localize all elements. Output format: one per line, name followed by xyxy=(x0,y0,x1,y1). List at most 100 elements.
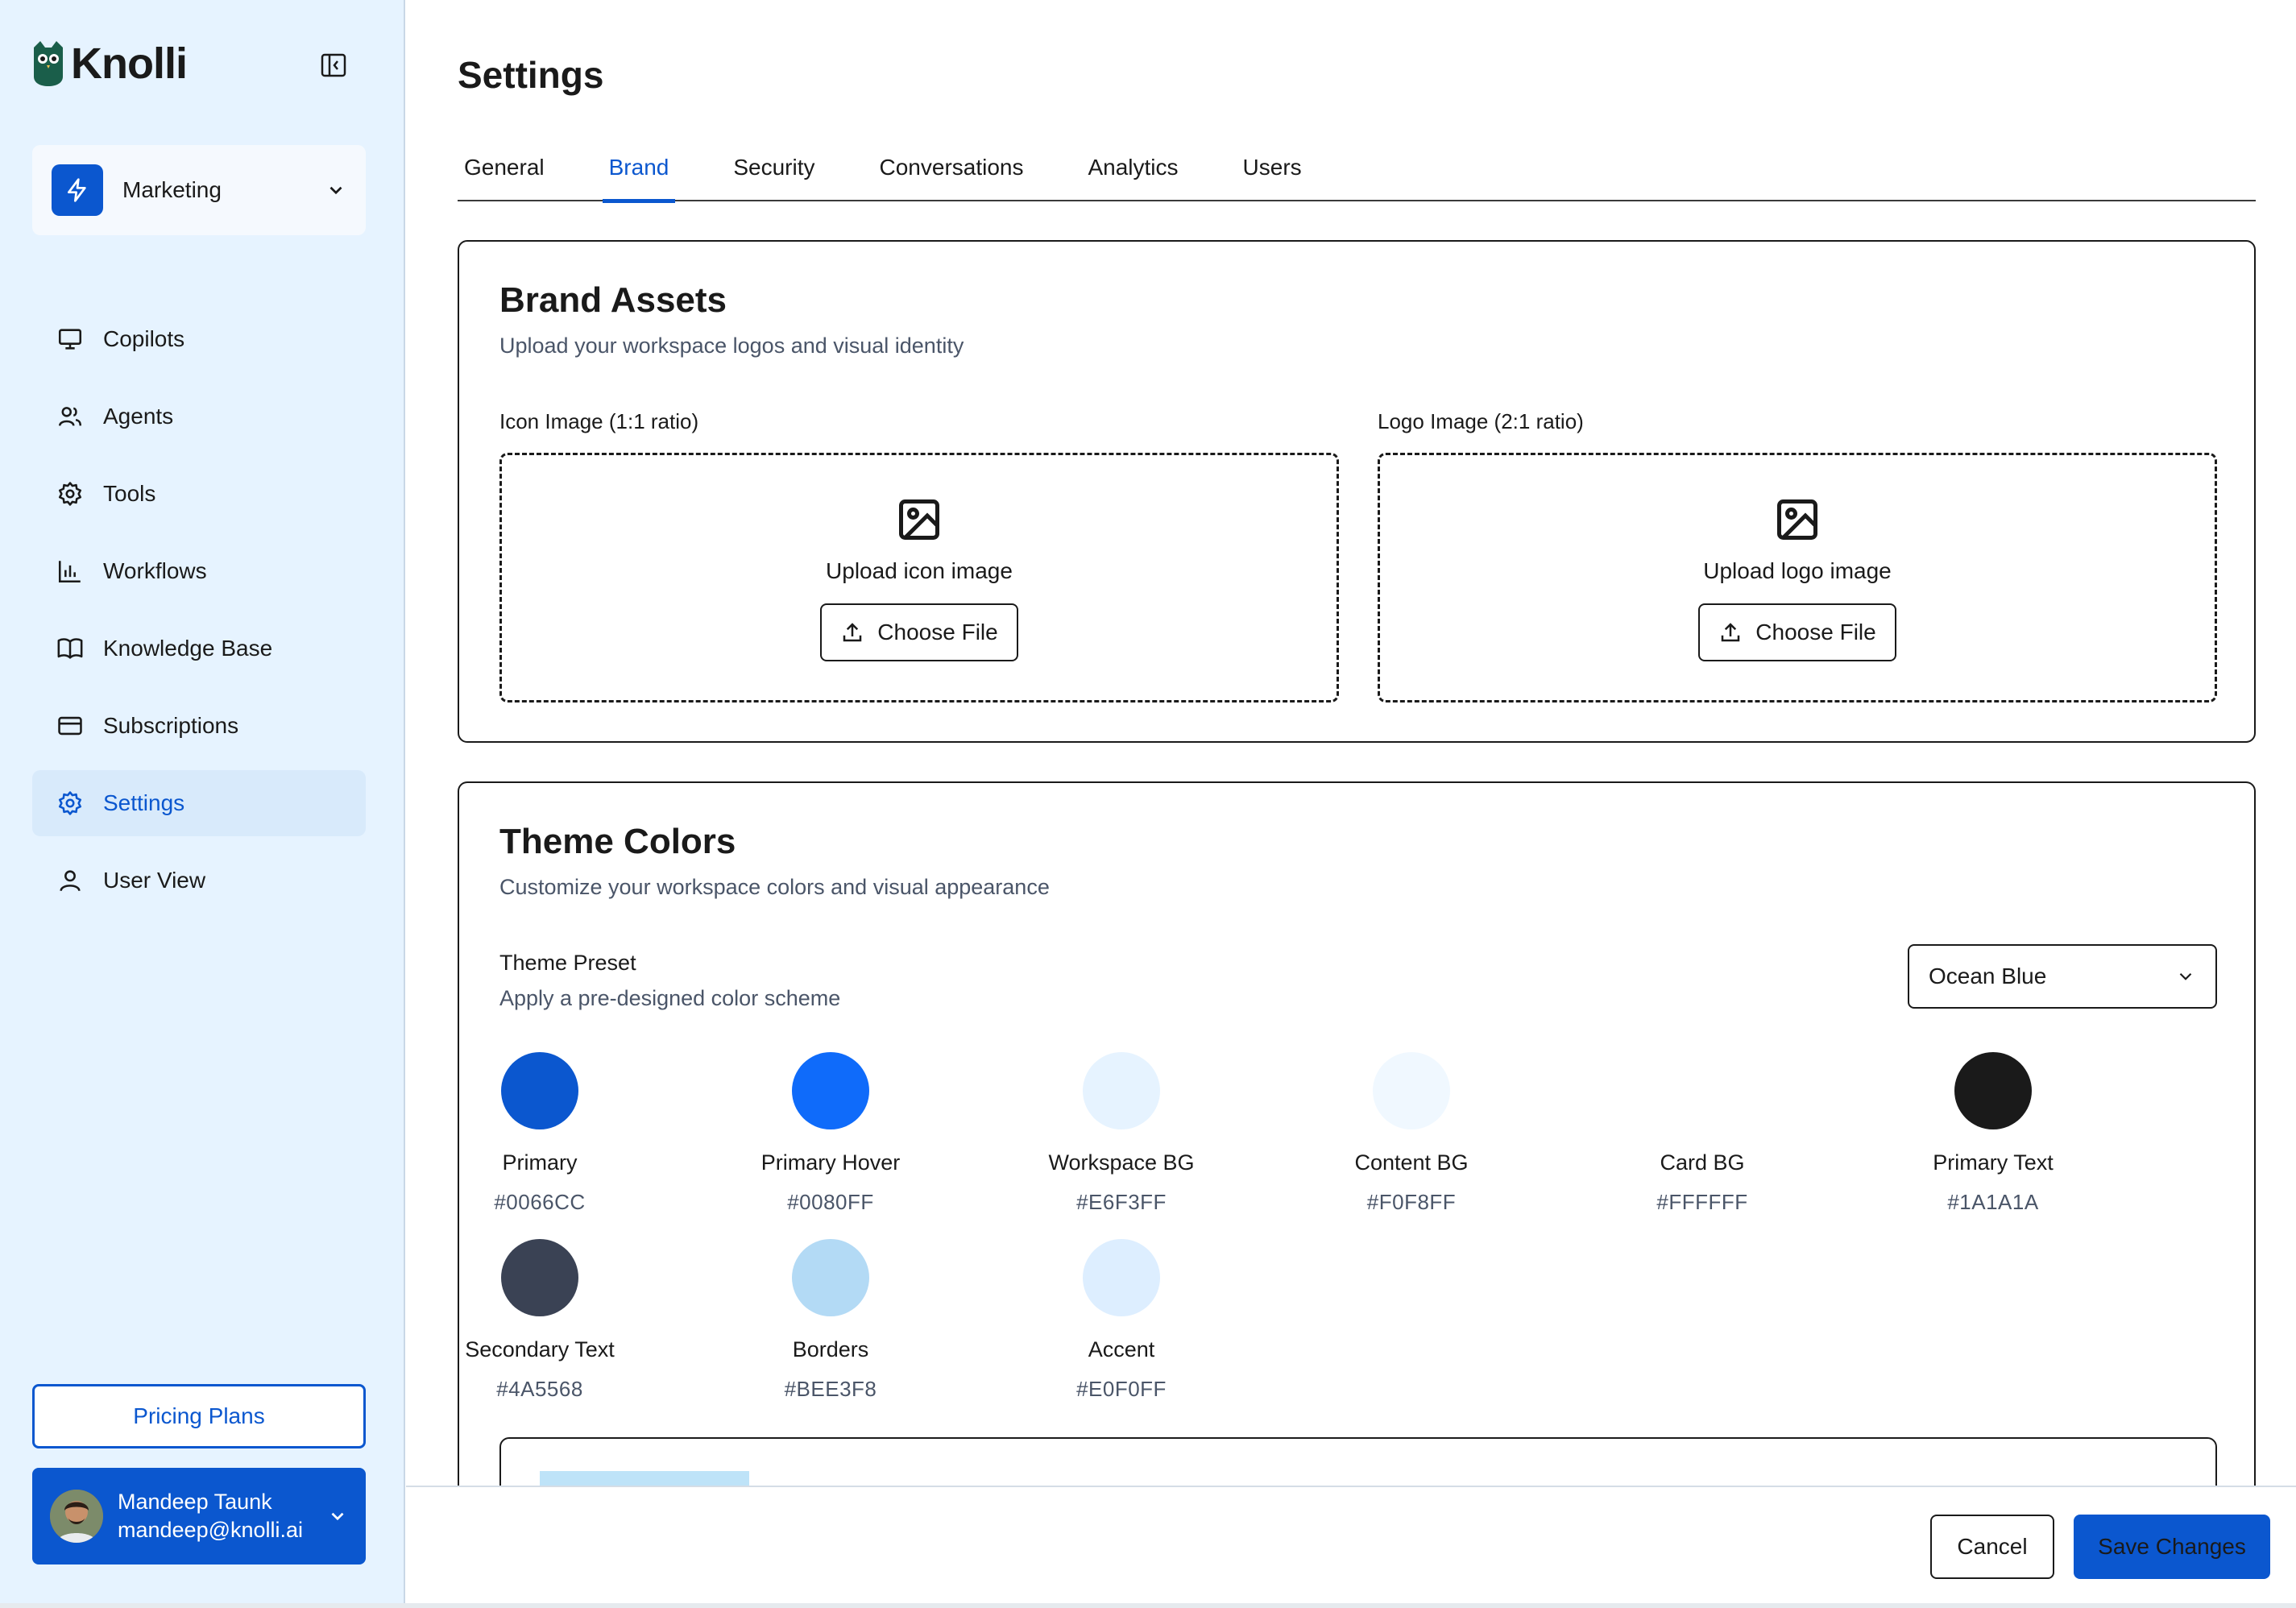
choose-file-button[interactable]: Choose File xyxy=(1698,603,1896,661)
swatch-hex: #1A1A1A xyxy=(1947,1190,2039,1214)
swatch-hex: #0080FF xyxy=(787,1190,874,1214)
users-icon xyxy=(58,407,82,426)
icon-upload-dropzone[interactable]: Upload icon image Choose File xyxy=(499,453,1339,702)
section-subtitle: Customize your workspace colors and visu… xyxy=(499,875,1050,899)
chevron-down-icon xyxy=(331,1512,344,1521)
swatch-circle[interactable] xyxy=(1954,1052,2032,1129)
section-title: Brand Assets xyxy=(499,280,727,320)
lightning-icon xyxy=(68,178,86,202)
color-swatch-card-bg[interactable]: Card BG #FFFFFF xyxy=(1581,1052,1823,1215)
sidebar-item-settings[interactable]: Settings xyxy=(32,770,366,836)
swatch-name: Primary xyxy=(502,1150,578,1175)
page-title: Settings xyxy=(458,54,604,96)
user-icon xyxy=(60,870,81,892)
section-title: Theme Colors xyxy=(499,822,736,861)
sidebar-item-label: Knowledge Base xyxy=(103,636,273,661)
sidebar-item-label: Copilots xyxy=(103,326,185,351)
workspace-switcher[interactable]: Marketing xyxy=(32,145,366,235)
color-swatch-primary-text[interactable]: Primary Text #1A1A1A xyxy=(1872,1052,2114,1215)
color-swatch-borders[interactable]: Borders #BEE3F8 xyxy=(710,1239,951,1402)
user-menu[interactable]: Mandeep Taunk mandeep@knolli.ai xyxy=(32,1468,366,1564)
workspace-name: Marketing xyxy=(122,177,222,202)
sidebar-item-label: Subscriptions xyxy=(103,713,239,738)
sidebar-item-subscriptions[interactable]: Subscriptions xyxy=(32,693,366,759)
upload-prompt: Upload icon image xyxy=(826,558,1013,583)
app-logo[interactable]: Knolli xyxy=(31,39,188,89)
sidebar-item-workflows[interactable]: Workflows xyxy=(32,538,366,604)
cancel-button[interactable]: Cancel xyxy=(1930,1515,2054,1579)
sidebar-item-label: Workflows xyxy=(103,558,207,583)
window-bottom-edge xyxy=(0,1603,2296,1608)
swatch-hex: #F0F8FF xyxy=(1366,1190,1457,1214)
gear-icon xyxy=(58,791,82,815)
book-icon xyxy=(57,638,83,659)
swatch-hex: #FFFFFF xyxy=(1656,1190,1748,1214)
logo-upload-dropzone[interactable]: Upload logo image Choose File xyxy=(1378,453,2217,702)
sidebar: Knolli Marketing Copilots Agents Tools W… xyxy=(0,0,405,1603)
choose-file-label: Choose File xyxy=(877,620,998,644)
user-email: mandeep@knolli.ai xyxy=(118,1518,304,1542)
swatch-hex: #4A5568 xyxy=(496,1377,583,1401)
avatar xyxy=(50,1490,103,1543)
color-swatch-primary[interactable]: Primary #0066CC xyxy=(419,1052,661,1215)
swatch-circle[interactable] xyxy=(1083,1239,1160,1316)
theme-preset-description: Apply a pre-designed color scheme xyxy=(499,986,841,1010)
section-subtitle: Upload your workspace logos and visual i… xyxy=(499,334,964,358)
icon-image-label: Icon Image (1:1 ratio) xyxy=(499,409,699,433)
upload-icon xyxy=(1722,623,1740,642)
theme-preset-label: Theme Preset xyxy=(499,951,636,975)
sidebar-item-label: Agents xyxy=(103,404,174,429)
upload-icon xyxy=(843,623,862,642)
color-swatch-workspace-bg[interactable]: Workspace BG #E6F3FF xyxy=(1001,1052,1242,1215)
tab-users[interactable]: Users xyxy=(1237,145,1308,201)
swatch-name: Accent xyxy=(1088,1337,1155,1361)
swatch-circle[interactable] xyxy=(792,1239,869,1316)
sidebar-item-label: Tools xyxy=(103,481,156,506)
brand-assets-card: Brand Assets Upload your workspace logos… xyxy=(458,240,2256,743)
tab-security[interactable]: Security xyxy=(727,145,821,201)
swatch-hex: #0066CC xyxy=(494,1190,586,1214)
tab-brand[interactable]: Brand xyxy=(602,145,676,203)
upload-prompt: Upload logo image xyxy=(1703,558,1892,583)
swatch-circle[interactable] xyxy=(1373,1052,1450,1129)
swatch-circle[interactable] xyxy=(1083,1052,1160,1129)
swatch-name: Workspace BG xyxy=(1048,1150,1195,1175)
swatch-hex: #BEE3F8 xyxy=(784,1377,877,1401)
theme-preset-select[interactable]: Ocean Blue xyxy=(1908,944,2217,1009)
color-swatch-content-bg[interactable]: Content BG #F0F8FF xyxy=(1291,1052,1532,1215)
swatch-hex: #E0F0FF xyxy=(1076,1377,1167,1401)
app-name: Knolli xyxy=(71,39,188,88)
color-swatch-secondary-text[interactable]: Secondary Text #4A5568 xyxy=(419,1239,661,1402)
swatch-name: Content BG xyxy=(1354,1150,1469,1175)
chevron-down-icon xyxy=(329,186,342,195)
color-swatch-accent[interactable]: Accent #E0F0FF xyxy=(1001,1239,1242,1402)
settings-tabs: General Brand Security Conversations Ana… xyxy=(458,145,2256,203)
bar-chart-icon xyxy=(58,561,81,583)
sidebar-item-knowledge-base[interactable]: Knowledge Base xyxy=(32,615,366,682)
sidebar-item-user-view[interactable]: User View xyxy=(32,848,366,914)
sidebar-nav: Copilots Agents Tools Workflows Knowledg… xyxy=(32,306,366,925)
choose-file-button[interactable]: Choose File xyxy=(820,603,1018,661)
collapse-sidebar-icon[interactable] xyxy=(321,53,346,77)
sidebar-item-agents[interactable]: Agents xyxy=(32,383,366,450)
sidebar-item-copilots[interactable]: Copilots xyxy=(32,306,366,372)
swatch-circle[interactable] xyxy=(792,1052,869,1129)
swatch-name: Primary Text xyxy=(1933,1150,2054,1175)
chevron-down-icon xyxy=(2179,972,2192,980)
save-changes-button[interactable]: Save Changes xyxy=(2074,1515,2270,1579)
tab-conversations[interactable]: Conversations xyxy=(873,145,1030,201)
swatch-name: Secondary Text xyxy=(465,1337,615,1361)
sidebar-item-tools[interactable]: Tools xyxy=(32,461,366,527)
image-icon xyxy=(1777,499,1817,540)
image-icon xyxy=(899,499,939,540)
swatch-circle[interactable] xyxy=(501,1052,578,1129)
color-swatch-primary-hover[interactable]: Primary Hover #0080FF xyxy=(710,1052,951,1215)
user-name: Mandeep Taunk xyxy=(118,1490,272,1514)
pricing-plans-button[interactable]: Pricing Plans xyxy=(32,1384,366,1448)
tab-analytics[interactable]: Analytics xyxy=(1081,145,1184,201)
swatch-circle[interactable] xyxy=(1664,1052,1741,1129)
action-bar: Cancel Save Changes xyxy=(406,1486,2296,1603)
swatch-circle[interactable] xyxy=(501,1239,578,1316)
tab-general[interactable]: General xyxy=(458,145,551,201)
workspace-icon xyxy=(52,164,103,216)
